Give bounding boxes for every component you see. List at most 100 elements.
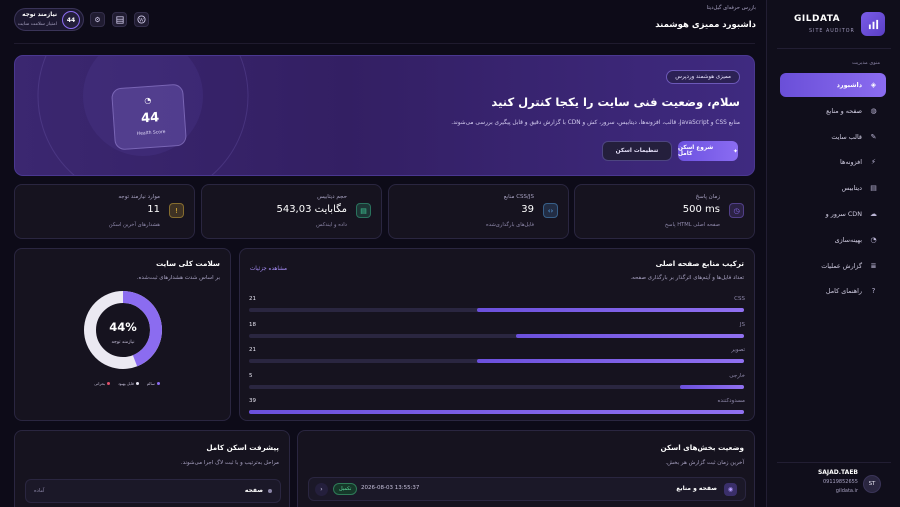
resources-details-link[interactable]: مشاهده جزئیات xyxy=(250,266,287,272)
sidebar-item-plug[interactable]: ⚡ افزونه‌ها xyxy=(780,150,886,174)
health-subtitle: بر اساس شدت هشدارهای ثبت‌شده. xyxy=(136,275,220,281)
health-legend: سالم قابل بهبود بحرانی xyxy=(87,379,167,387)
stat-label: منابع CSS/JS xyxy=(503,194,534,200)
sidebar-item-label: دیتابیس xyxy=(841,184,862,193)
stat-card: ◷ زمان پاسخ 500 ms پاسخ HTML صفحه اصلی xyxy=(574,184,755,239)
page-resources-icon: ◉ xyxy=(724,483,737,496)
resources-title: ترکیب منابع صفحه اصلی xyxy=(655,259,744,268)
resources-subtitle: تعداد فایل‌ها و آیتم‌های اثرگذار بر بارگ… xyxy=(630,275,744,281)
gauge-icon: ◔ xyxy=(870,235,877,244)
sidebar-item-gauge[interactable]: ◔ بهینه‌سازی xyxy=(780,228,886,252)
list-icon: ≣ xyxy=(870,261,877,270)
plug-icon: ⚡ xyxy=(871,158,876,167)
alert-title: نیازمند توجه xyxy=(22,12,57,18)
resource-bar-track xyxy=(249,384,744,389)
sidebar-item-label: افزونه‌ها xyxy=(840,158,862,167)
resource-bar-fill xyxy=(249,410,744,414)
scan-status-title: وضعیت بخش‌های اسکن xyxy=(660,443,744,452)
clock-icon: ◷ xyxy=(729,203,744,218)
cloud-icon: ☁ xyxy=(870,210,877,218)
scan-label: شروع اسکن کامل xyxy=(678,145,714,157)
header-divider xyxy=(14,43,755,44)
resource-bar-fill xyxy=(476,308,744,312)
progress-row-status: آماده xyxy=(34,488,45,494)
sidebar-item-list[interactable]: ≣ گزارش عملیات xyxy=(780,254,886,278)
user-name: SAJAD.TAEB xyxy=(817,469,858,476)
progress-card: پیشرفت اسکن کامل مراحل به‌ترتیب و با ثبت… xyxy=(14,430,290,507)
sidebar-divider-bottom xyxy=(777,462,891,463)
scan-status-row[interactable]: ◉ صفحه و منابع › تکمیل 2026-08-03 13:55:… xyxy=(308,477,746,501)
sidebar-item-label: سرور و CDN xyxy=(825,210,862,218)
legend-swatch xyxy=(107,381,111,385)
health-score-label: Health Score xyxy=(136,129,166,137)
wordpress-button[interactable]: W xyxy=(134,12,149,27)
progress-subtitle: مراحل به‌ترتیب و با ثبت لاگ اجرا می‌شوند… xyxy=(180,460,279,466)
brush-icon: ✎ xyxy=(870,132,877,141)
sidebar-item-label: گزارش عملیات xyxy=(821,261,862,270)
resource-bar-track xyxy=(249,308,744,312)
start-scan-button[interactable]: شروع اسکن کامل ✦ xyxy=(678,141,738,161)
sidebar-item-dashboard[interactable]: ◈ داشبورد xyxy=(780,73,886,97)
sidebar-divider xyxy=(777,48,891,49)
sidebar-item-label: داشبورد xyxy=(836,81,862,89)
stat-subtext: فایل‌های بارگذاری‌شده xyxy=(486,222,534,228)
scan-status-time: 2026-08-03 13:55:37 xyxy=(361,485,420,491)
health-score-tile: ◔ 44 Health Score xyxy=(110,83,188,151)
bar-chart-icon xyxy=(868,19,878,29)
health-card: سلامت کلی سایت بر اساس شدت هشدارهای ثبت‌… xyxy=(14,248,231,421)
stat-value: 500 ms xyxy=(682,204,720,215)
health-status: نیازمند توجه xyxy=(111,340,135,345)
sidebar-item-globe[interactable]: ◍ صفحه و منابع xyxy=(780,99,886,123)
resource-count: 5 xyxy=(249,372,253,379)
user-phone: 09119852655 xyxy=(823,479,858,485)
warning-icon: ! xyxy=(169,203,184,218)
spark-icon: ✦ xyxy=(732,147,738,155)
help-icon: ? xyxy=(871,287,876,296)
stat-label: زمان پاسخ xyxy=(695,194,720,200)
sidebar-item-help[interactable]: ? راهنمای کامل xyxy=(780,279,886,303)
stat-subtext: پاسخ HTML صفحه اصلی xyxy=(664,222,720,228)
legend-swatch xyxy=(156,381,160,385)
hero-badge: ممیزی هوشمند وردپرس xyxy=(666,70,740,84)
sidebar-item-database[interactable]: ▤ دیتابیس xyxy=(780,176,886,200)
hero-title: سلام، وضعیت فنی سایت را یکجا کنترل کنید xyxy=(491,95,740,109)
status-dot xyxy=(268,489,272,493)
legend-label: قابل بهبود xyxy=(118,380,134,386)
scan-settings-button[interactable]: تنظیمات اسکن xyxy=(602,141,672,161)
globe-icon: ◍ xyxy=(870,106,877,115)
user-avatar[interactable]: ST xyxy=(863,475,881,493)
health-title: سلامت کلی سایت xyxy=(155,259,220,268)
stat-card: ! موارد نیازمند توجه 11 هشدارهای آخرین اسکن xyxy=(14,184,195,239)
health-alert-pill[interactable]: 44 نیازمند توجه امتیاز سلامت سایت xyxy=(14,8,84,31)
brand-logo[interactable] xyxy=(861,12,885,36)
sidebar-item-label: صفحه و منابع xyxy=(826,106,862,115)
scan-complete-badge: تکمیل xyxy=(333,483,358,495)
sidebar-item-cloud[interactable]: ☁ سرور و CDN xyxy=(780,202,886,226)
database-button[interactable] xyxy=(112,12,127,27)
progress-row[interactable]: صفحه آماده xyxy=(25,479,281,503)
chevron-right-icon[interactable]: › xyxy=(315,483,328,496)
legend-item: سالم xyxy=(147,379,160,387)
stat-label: حجم دیتابیس xyxy=(317,194,347,200)
health-percent: 44% xyxy=(109,320,137,334)
alert-score-circle: 44 xyxy=(62,11,80,29)
sidebar: GILDATA SITE AUDITOR منوی مدیریت ◈ داشبور… xyxy=(766,0,900,507)
sidebar-item-label: قالب سایت xyxy=(831,132,862,141)
scan-status-subtitle: آخرین زمان ثبت گزارش هر بخش. xyxy=(665,460,744,466)
resource-bar-fill xyxy=(679,384,744,389)
sidebar-item-label: بهینه‌سازی xyxy=(834,235,862,244)
brand-name: GILDATA xyxy=(794,14,841,24)
page-title: داشبورد ممیزی هوشمند xyxy=(655,20,756,30)
legend-item: قابل بهبود xyxy=(118,379,139,387)
resource-count: 21 xyxy=(249,296,256,302)
resource-bar-track xyxy=(249,333,744,338)
resource-label: مسدودکننده xyxy=(717,398,745,404)
settings-button[interactable]: ⚙ xyxy=(90,12,105,27)
legend-item: بحرانی xyxy=(94,379,111,387)
resource-label: JS xyxy=(739,321,745,328)
sidebar-item-brush[interactable]: ✎ قالب سایت xyxy=(780,125,886,149)
table-icon xyxy=(115,15,124,24)
stat-value: 11 xyxy=(147,204,160,215)
scan-status-card: وضعیت بخش‌های اسکن آخرین زمان ثبت گزارش … xyxy=(297,430,755,507)
alert-subtitle: امتیاز سلامت سایت xyxy=(17,22,57,27)
